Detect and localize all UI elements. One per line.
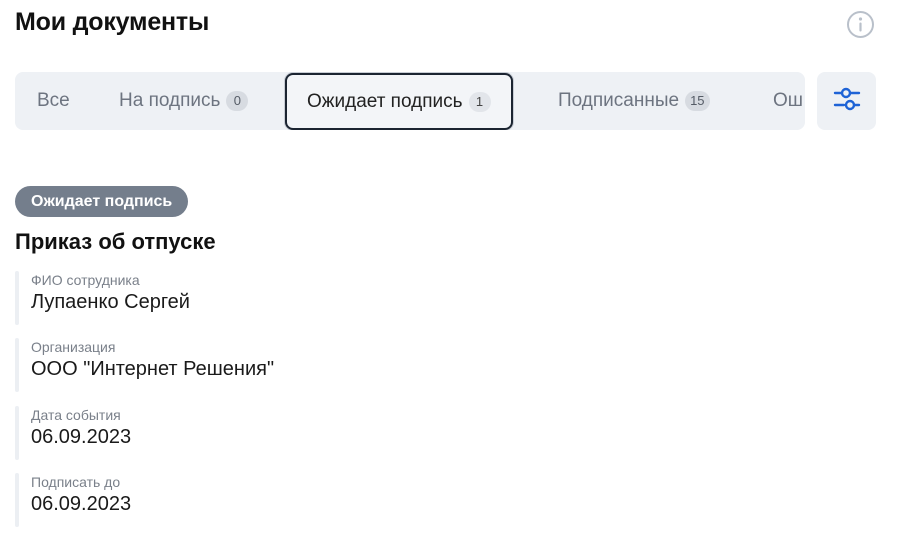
field-value: 06.09.2023 <box>31 493 132 515</box>
field-value: ООО "Интернет Решения" <box>31 358 275 380</box>
document-tabs: Все На подпись 0 Ожидает подпись 1 Подпи… <box>15 72 805 130</box>
field-label: Организация <box>31 339 116 355</box>
tab-all[interactable]: Все <box>37 72 70 130</box>
tab-label: Ош <box>773 90 804 111</box>
info-icon[interactable] <box>846 10 875 39</box>
field-value: 06.09.2023 <box>31 426 132 448</box>
tab-to-sign[interactable]: На подпись 0 <box>119 72 249 130</box>
field-employee-name: ФИО сотрудника Лупаенко Сергей <box>15 270 415 326</box>
field-label: Подписать до <box>31 474 121 490</box>
document-title: Приказ об отпуске <box>15 229 216 254</box>
field-sign-until: Подписать до 06.09.2023 <box>15 472 415 528</box>
page-title: Мои документы <box>15 8 210 36</box>
tab-signed[interactable]: Подписанные 15 <box>558 72 710 130</box>
status-badge: Ожидает подпись <box>15 186 189 217</box>
tab-label: Подписанные <box>558 90 680 111</box>
field-value: Лупаенко Сергей <box>31 291 190 313</box>
field-organization: Организация ООО "Интернет Решения" <box>15 337 415 393</box>
page: Мои документы Все На подпись 0 Ожидает п… <box>0 0 899 546</box>
field-label: Дата события <box>31 407 121 423</box>
field-event-date: Дата события 06.09.2023 <box>15 405 415 461</box>
field-label: ФИО сотрудника <box>31 272 140 288</box>
tab-label: Ожидает подпись <box>307 90 463 112</box>
tab-count-badge: 15 <box>685 91 710 111</box>
tab-errors[interactable]: Ош <box>773 72 803 130</box>
tab-label: Все <box>37 90 70 111</box>
filter-sliders-icon <box>832 84 862 119</box>
filter-button[interactable] <box>817 72 876 130</box>
tab-count-badge: 1 <box>468 91 491 112</box>
tab-awaiting-signature[interactable]: Ожидает подпись 1 <box>285 73 513 130</box>
tab-label: На подпись <box>119 90 221 111</box>
tab-count-badge: 0 <box>226 91 249 111</box>
